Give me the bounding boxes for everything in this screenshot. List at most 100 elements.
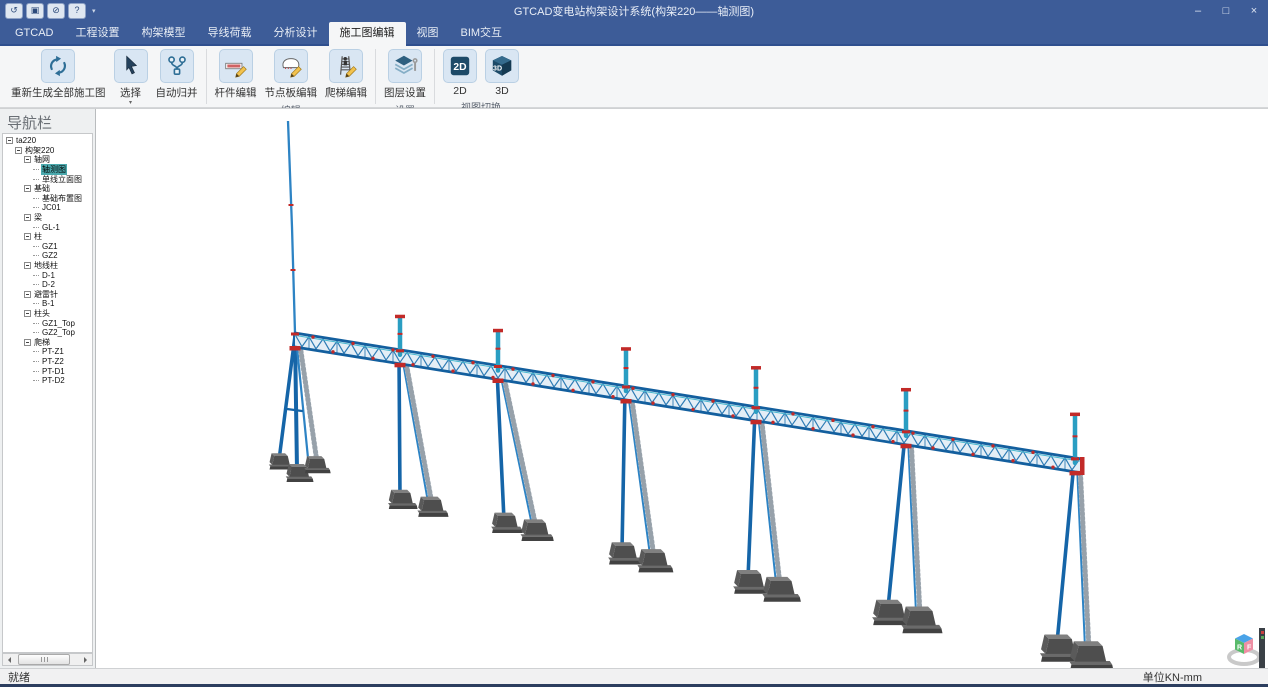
gusset-plate-edit-button-label: 节点板编辑 xyxy=(265,85,318,100)
3d-view-button[interactable]: 3D3D xyxy=(482,48,522,98)
maximize-button[interactable]: □ xyxy=(1212,0,1240,22)
tree-node[interactable]: GZ1 xyxy=(3,242,92,252)
ribbon: 重新生成全部施工图选择▾自动归并操作杆件编辑节点板编辑爬梯编辑编辑图层设置设置2… xyxy=(0,44,1268,108)
tree-node[interactable]: PT-D1 xyxy=(3,366,92,376)
tree-node-label: PT-D1 xyxy=(41,367,66,376)
minimize-button[interactable]: – xyxy=(1184,0,1212,22)
tree-node-label: PT-Z2 xyxy=(41,357,65,366)
tree-expander-icon[interactable] xyxy=(24,310,31,317)
viewport-3d[interactable]: R F xyxy=(96,109,1268,668)
tree-node[interactable]: PT-Z2 xyxy=(3,357,92,367)
status-bar: 就绪 单位KN-mm xyxy=(0,668,1268,684)
undo-icon[interactable]: ↺ xyxy=(5,3,23,19)
status-units-text: 单位KN-mm xyxy=(1143,669,1202,685)
tree-horizontal-scrollbar[interactable] xyxy=(2,653,93,666)
tree-leaf-dash xyxy=(33,303,39,304)
tab-bim[interactable]: BIM交互 xyxy=(450,22,514,44)
tree-node[interactable]: 地线柱 xyxy=(3,261,92,271)
2d-view-button-label: 2D xyxy=(453,85,466,97)
logo-letter-f: F xyxy=(1247,645,1252,652)
3d-view-button-label: 3D xyxy=(495,85,508,97)
tree-node[interactable]: 柱头 xyxy=(3,309,92,319)
tree-leaf-dash xyxy=(33,169,39,170)
copy-icon[interactable]: ▣ xyxy=(26,3,44,19)
tree-node[interactable]: GZ1_Top xyxy=(3,318,92,328)
layer-settings-button[interactable]: 图层设置 xyxy=(381,48,429,101)
scroll-right-arrow-icon[interactable] xyxy=(84,657,90,663)
ribbon-tab-bar: GTCAD工程设置构架模型导线荷载分析设计施工图编辑视图BIM交互 xyxy=(0,22,1268,44)
select-button-label: 选择 xyxy=(120,85,141,100)
tree-node-label: PT-Z1 xyxy=(41,347,65,356)
tab-view[interactable]: 视图 xyxy=(406,22,450,44)
tree-node-label: 避雷针 xyxy=(33,289,59,300)
structure-3d-model[interactable] xyxy=(96,109,1268,668)
tree-expander-icon[interactable] xyxy=(24,214,31,221)
tab-analysis-design[interactable]: 分析设计 xyxy=(263,22,329,44)
tree-leaf-dash xyxy=(33,246,39,247)
tree-expander-icon[interactable] xyxy=(15,147,22,154)
help-icon[interactable]: ? xyxy=(68,3,86,19)
tree-expander-icon[interactable] xyxy=(24,233,31,240)
tree-node[interactable]: D-1 xyxy=(3,270,92,280)
tab-drawing-edit[interactable]: 施工图编辑 xyxy=(329,22,406,46)
member-edit-icon xyxy=(219,49,253,83)
window-controls: –□× xyxy=(1184,0,1268,22)
navigator-title: 导航栏 xyxy=(0,109,95,133)
gusset-plate-edit-button[interactable]: 节点板编辑 xyxy=(262,48,321,101)
tab-project-settings[interactable]: 工程设置 xyxy=(65,22,131,44)
navigator-tree: ta220构架220轴网轴测图单线立面图基础基础布置图JC01梁GL-1柱GZ1… xyxy=(2,133,93,653)
tool-icon[interactable]: ⊘ xyxy=(47,3,65,19)
tree-node[interactable]: 柱 xyxy=(3,232,92,242)
tab-gtcad[interactable]: GTCAD xyxy=(4,22,65,44)
tree-node[interactable]: 梁 xyxy=(3,213,92,223)
tree-expander-icon[interactable] xyxy=(24,185,31,192)
tree-node[interactable]: 爬梯 xyxy=(3,337,92,347)
tree-node-label: 柱头 xyxy=(33,308,51,319)
tree-node[interactable]: GL-1 xyxy=(3,222,92,232)
tree-expander-icon[interactable] xyxy=(6,137,13,144)
right-edge-strip xyxy=(1259,628,1265,668)
tree-leaf-dash xyxy=(33,351,39,352)
tree-leaf-dash xyxy=(33,275,39,276)
layer-settings-button-label: 图层设置 xyxy=(384,85,426,100)
tree-node[interactable]: PT-Z1 xyxy=(3,347,92,357)
scroll-left-arrow-icon[interactable] xyxy=(5,657,11,663)
tab-frame-model[interactable]: 构架模型 xyxy=(131,22,197,44)
tree-node[interactable]: JC01 xyxy=(3,203,92,213)
box2d-icon: 2D xyxy=(443,49,477,83)
tree-leaf-dash xyxy=(33,207,39,208)
close-button[interactable]: × xyxy=(1240,0,1268,22)
tab-wire-load[interactable]: 导线荷载 xyxy=(197,22,263,44)
tree-node[interactable]: PT-D2 xyxy=(3,376,92,386)
tree-expander-icon[interactable] xyxy=(24,339,31,346)
ribbon-group-1: 杆件编辑节点板编辑爬梯编辑编辑 xyxy=(208,46,375,107)
scrollbar-thumb[interactable] xyxy=(18,654,70,665)
status-ready-text: 就绪 xyxy=(8,669,30,685)
tree-leaf-dash xyxy=(33,227,39,228)
ribbon-group-divider xyxy=(375,49,376,104)
regenerate-drawings-button-label: 重新生成全部施工图 xyxy=(11,85,106,100)
tree-expander-icon[interactable] xyxy=(24,156,31,163)
ladder-edit-button[interactable]: 爬梯编辑 xyxy=(322,48,370,101)
tree-leaf-dash xyxy=(33,255,39,256)
tree-node[interactable]: 基础布置图 xyxy=(3,194,92,204)
tree-node-label: 梁 xyxy=(33,212,43,223)
tree-expander-icon[interactable] xyxy=(24,291,31,298)
box3d-icon: 3D xyxy=(485,49,519,83)
tree-leaf-dash xyxy=(33,371,39,372)
tree-expander-icon[interactable] xyxy=(24,262,31,269)
window-title: GTCAD变电站构架设计系统(构架220——轴测图) xyxy=(0,3,1268,19)
auto-merge-button[interactable]: 自动归并 xyxy=(153,48,201,101)
select-button[interactable]: 选择▾ xyxy=(111,48,151,107)
logo-letter-r: R xyxy=(1237,645,1242,652)
qat-dropdown-caret-icon[interactable]: ▾ xyxy=(92,7,96,15)
tree-node-label: 基础布置图 xyxy=(41,193,83,204)
2d-view-button[interactable]: 2D 2D xyxy=(440,48,480,98)
svg-text:2D: 2D xyxy=(453,62,466,73)
tree-node-label: GZ1_Top xyxy=(41,319,76,328)
quick-access-toolbar: ↺▣⊘? ▾ xyxy=(0,3,96,19)
member-edit-button[interactable]: 杆件编辑 xyxy=(212,48,260,101)
ladder-edit-icon xyxy=(329,49,363,83)
regenerate-drawings-button[interactable]: 重新生成全部施工图 xyxy=(8,48,109,101)
tree-node[interactable]: 避雷针 xyxy=(3,290,92,300)
